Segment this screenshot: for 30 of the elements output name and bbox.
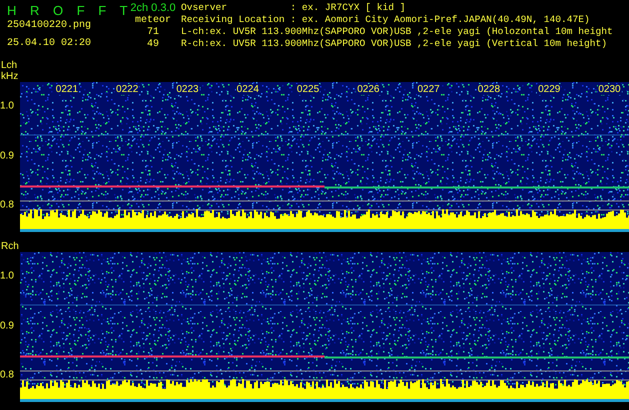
meteor-label: meteor <box>134 15 171 27</box>
app-title: H R O F F T <box>7 2 125 20</box>
time-label: 0228 <box>476 84 502 95</box>
filename: 2504100220.png <box>7 20 92 32</box>
axis-label: 0.8 <box>0 370 14 380</box>
time-label: 0224 <box>236 84 260 95</box>
time-label: 0226 <box>356 84 380 95</box>
time-label: 0221 <box>54 84 80 95</box>
time-label: 0229 <box>537 84 562 95</box>
axis-label: 0.9 <box>0 150 14 161</box>
meteor-count: 71 <box>146 27 159 39</box>
unit-label: kHz <box>1 71 20 82</box>
axis-label: 1.0 <box>0 100 14 112</box>
version-label: 2ch 0.3.0 <box>130 2 176 15</box>
axis-label: 0.9 <box>0 320 14 331</box>
time-label: 0222 <box>115 84 140 95</box>
time-label: 0225 <box>296 84 320 95</box>
meteor-count: 49 <box>146 39 159 51</box>
time-label: 0223 <box>175 84 200 95</box>
time-label: 0230 <box>597 84 622 95</box>
info-line: Receiving Location : ex. Aomori City Aomori-Pref.JAPAN(40.49N, 140.47E) <box>181 14 591 26</box>
axis-label: 0.8 <box>0 200 14 210</box>
info-line: L-ch:ex. UV5R 113.900Mhz(SAPPORO VOR)USB ,2-ele yagi (Holozontal 10m height <box>181 26 614 38</box>
info-line: Ovserver : ex. JR7CYX [ kid ] <box>181 2 407 14</box>
axis-label: 1.0 <box>0 270 14 282</box>
channel-label: Rch <box>1 241 20 252</box>
time-label: 0227 <box>416 84 441 95</box>
channel-label: Lch <box>1 60 18 71</box>
info-line: R-ch:ex. UV5R 113.900Mhz(SAPPORO VOR)USB ,2-ele yagi (Vertical 10m height) <box>181 38 608 50</box>
datetime: 25.04.10 02:20 <box>7 38 92 50</box>
